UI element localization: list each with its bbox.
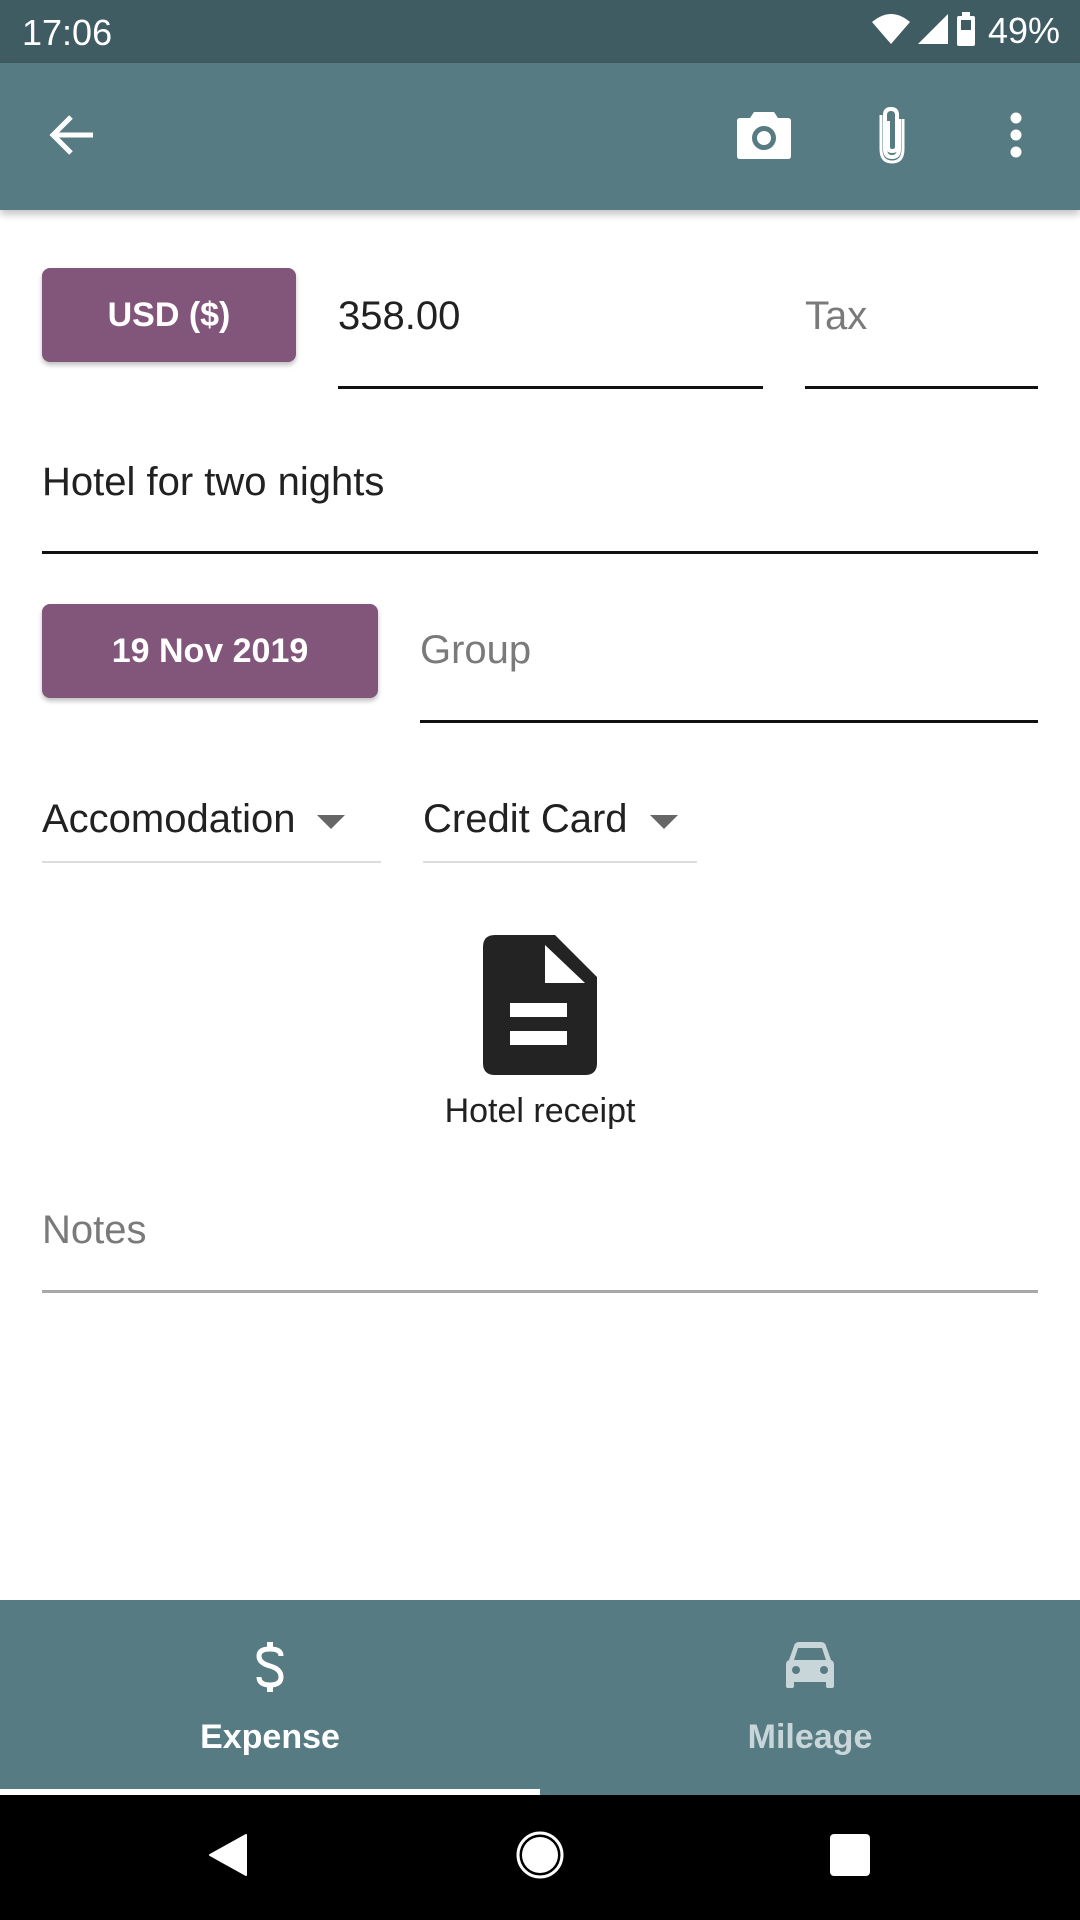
description-value: Hotel for two nights (42, 460, 385, 504)
payment-method-dropdown[interactable]: Credit Card (423, 785, 697, 865)
document-icon (0, 935, 1080, 1080)
notes-field[interactable]: Notes (42, 1200, 1038, 1315)
dollar-icon (253, 1642, 287, 1697)
date-button[interactable]: 19 Nov 2019 (42, 604, 378, 698)
dropdown-caret-icon (649, 814, 678, 829)
battery-icon (956, 11, 976, 51)
tax-underline (805, 386, 1038, 389)
camera-icon (736, 110, 792, 165)
tax-placeholder: Tax (805, 294, 868, 338)
description-field[interactable]: Hotel for two nights (42, 438, 1038, 556)
battery-percent: 49% (987, 10, 1060, 51)
more-options-button[interactable] (982, 103, 1050, 171)
amount-value: 358.00 (338, 294, 461, 338)
payment-method-selected: Credit Card (423, 797, 628, 841)
status-bar: 17:06 49% (0, 0, 1080, 63)
amount-underline (338, 386, 763, 389)
status-time: 17:06 (22, 12, 113, 53)
tab-expense[interactable]: Expense (0, 1600, 540, 1795)
notes-underline (42, 1290, 1038, 1293)
app-bar (0, 63, 1080, 210)
paperclip-icon (875, 105, 909, 170)
status-icons: 49% (871, 10, 1060, 52)
expense-form: USD ($) 358.00 Tax Hotel for two nights … (0, 210, 1080, 1600)
category-dropdown[interactable]: Accomodation (42, 785, 381, 865)
system-home-button[interactable] (510, 1827, 570, 1887)
wifi-icon (871, 13, 910, 49)
system-navigation-bar (0, 1795, 1080, 1920)
category-selected: Accomodation (42, 797, 296, 841)
system-recents-button[interactable] (820, 1827, 880, 1887)
bottom-navigation: Expense Mileage (0, 1600, 1080, 1795)
currency-button[interactable]: USD ($) (42, 268, 296, 362)
system-back-button[interactable] (198, 1827, 258, 1887)
camera-button[interactable] (730, 103, 798, 171)
tab-expense-label: Expense (200, 1718, 340, 1756)
car-icon (784, 1642, 836, 1693)
tax-field[interactable]: Tax (805, 270, 1038, 389)
group-underline (420, 720, 1038, 723)
back-triangle-icon (208, 1833, 248, 1882)
more-vert-icon (1009, 112, 1023, 163)
dropdown-caret-icon (317, 814, 346, 829)
category-underline (42, 861, 381, 863)
back-button[interactable] (38, 103, 106, 171)
attach-button[interactable] (858, 103, 926, 171)
tab-mileage-label: Mileage (747, 1718, 873, 1756)
tab-mileage[interactable]: Mileage (540, 1600, 1080, 1795)
payment-method-underline (423, 861, 697, 863)
group-field[interactable]: Group (420, 606, 1038, 724)
arrow-back-icon (49, 112, 95, 163)
notes-placeholder: Notes (42, 1208, 147, 1252)
home-circle-icon (516, 1831, 564, 1884)
cellular-signal-icon (917, 13, 948, 49)
amount-field[interactable]: 358.00 (338, 270, 763, 389)
attachment-item[interactable]: Hotel receipt (0, 935, 1080, 1131)
group-placeholder: Group (420, 628, 532, 672)
attachment-caption: Hotel receipt (444, 1092, 636, 1130)
recents-square-icon (830, 1833, 870, 1881)
description-underline (42, 551, 1038, 554)
